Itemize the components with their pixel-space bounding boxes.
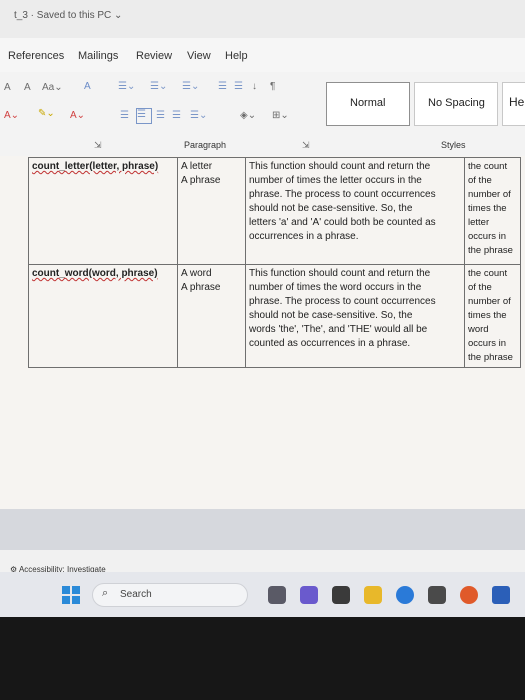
font-color-icon[interactable]: A⌄ (70, 110, 85, 121)
justify-icon[interactable]: ☰ (172, 110, 181, 121)
return-line: the phrase (468, 352, 513, 363)
function-signature: count_letter(letter, phrase) (32, 161, 159, 172)
styles-group-label: Styles (441, 140, 466, 150)
paragraph-group-label: Paragraph (184, 140, 227, 150)
paragraph-dialog-launcher-icon[interactable]: ⇲ (302, 140, 310, 151)
return-line: word (468, 324, 489, 335)
show-formatting-icon[interactable]: ¶ (270, 81, 275, 92)
table-cell-description[interactable]: This function should count and return th… (245, 264, 465, 368)
description-line: letters 'a' and 'A' could both be counte… (249, 217, 436, 228)
style-no-spacing[interactable]: No Spacing (414, 82, 498, 126)
align-right-icon[interactable]: ☰ (156, 110, 165, 121)
multilevel-list-icon[interactable]: ☰⌄ (182, 81, 199, 92)
device-bezel (0, 617, 525, 700)
function-signature: count_word(word, phrase) (32, 268, 158, 279)
return-line: of the (468, 175, 492, 186)
return-line: the phrase (468, 245, 513, 256)
shading-icon[interactable]: ◈⌄ (240, 110, 256, 121)
style-normal[interactable]: Normal (326, 82, 410, 126)
style-no-spacing-label: No Spacing (428, 97, 485, 109)
description-line: number of times the letter occurs in the (249, 175, 422, 186)
page-gap (0, 509, 525, 550)
grow-font-icon[interactable]: A (4, 82, 11, 93)
line-spacing-icon[interactable]: ☰⌄ (190, 110, 207, 121)
decrease-indent-icon[interactable]: ☰ (218, 81, 227, 92)
description-line: words 'the', 'The', and 'THE' would all … (249, 324, 428, 335)
return-line: number of (468, 296, 511, 307)
tab-review[interactable]: Review (136, 50, 172, 62)
borders-icon[interactable]: ⊞⌄ (272, 110, 289, 121)
align-center-icon[interactable]: ☰ (136, 108, 152, 124)
taskbar-search-input[interactable] (92, 583, 248, 607)
description-line: should not be case-sensitive. So, the (249, 203, 413, 214)
return-line: of the (468, 282, 492, 293)
table-row: count_letter(letter, phrase) A letter A … (28, 157, 521, 265)
return-line: times the (468, 310, 507, 321)
bullets-icon[interactable]: ☰⌄ (118, 81, 135, 92)
table-cell-function[interactable]: count_word(word, phrase) (28, 264, 178, 368)
description-line: This function should count and return th… (249, 161, 431, 172)
widgets-icon[interactable] (268, 586, 286, 604)
shrink-font-icon[interactable]: A (24, 82, 31, 93)
description-line: This function should count and return th… (249, 268, 431, 279)
numbering-icon[interactable]: ☰⌄ (150, 81, 167, 92)
return-line: occurs in (468, 231, 507, 242)
start-button[interactable] (62, 586, 80, 604)
param-line: A word (181, 268, 212, 279)
highlight-icon[interactable]: ✎⌄ (38, 108, 55, 119)
description-line: phrase. The process to count occurrences (249, 296, 436, 307)
edge-icon[interactable] (396, 586, 414, 604)
description-line: number of times the word occurs in the (249, 282, 422, 293)
chrome-icon[interactable] (460, 586, 478, 604)
table-cell-params[interactable]: A letter A phrase (177, 157, 246, 265)
style-heading-1[interactable]: He (502, 82, 525, 126)
text-effects-icon[interactable]: A⌄ (4, 110, 19, 121)
align-left-icon[interactable]: ☰ (120, 110, 129, 121)
description-line: should not be case-sensitive. So, the (249, 310, 413, 321)
tab-help[interactable]: Help (225, 50, 248, 62)
return-line: the count (468, 268, 508, 279)
function-table: count_letter(letter, phrase) A letter A … (28, 157, 521, 368)
table-row: count_word(word, phrase) A word A phrase… (28, 264, 521, 368)
tab-references[interactable]: References (8, 50, 64, 62)
table-cell-function[interactable]: count_letter(letter, phrase) (28, 157, 178, 265)
table-cell-params[interactable]: A word A phrase (177, 264, 246, 368)
style-heading-label: He (509, 95, 525, 109)
return-line: the count (468, 161, 508, 172)
file-explorer-icon[interactable] (364, 586, 382, 604)
return-line: times the (468, 203, 507, 214)
param-line: A phrase (181, 175, 221, 186)
style-normal-label: Normal (350, 97, 386, 109)
teams-icon[interactable] (300, 586, 318, 604)
param-line: A letter (181, 161, 213, 172)
search-icon: ⌕ (102, 587, 109, 599)
store-icon[interactable] (428, 586, 446, 604)
sort-icon[interactable]: ↓ (252, 81, 257, 92)
word-icon[interactable] (492, 586, 510, 604)
table-cell-description[interactable]: This function should count and return th… (245, 157, 465, 265)
task-view-icon[interactable] (332, 586, 350, 604)
return-line: number of (468, 189, 511, 200)
description-line: counted as occurrences in a phrase. (249, 338, 411, 349)
search-placeholder: Search (120, 589, 152, 600)
document-title[interactable]: t_3 · Saved to this PC ⌄ (14, 10, 122, 21)
clear-formatting-icon[interactable]: A (84, 81, 91, 92)
font-dialog-launcher-icon[interactable]: ⇲ (94, 140, 102, 151)
windows-logo-icon (62, 586, 80, 604)
increase-indent-icon[interactable]: ☰ (234, 81, 243, 92)
return-line: letter (468, 217, 490, 228)
param-line: A phrase (181, 282, 221, 293)
description-line: phrase. The process to count occurrences (249, 189, 436, 200)
return-line: occurs in (468, 338, 507, 349)
tab-mailings[interactable]: Mailings (78, 50, 118, 62)
table-cell-returns[interactable]: the count of the number of times the wor… (464, 264, 521, 368)
change-case-icon[interactable]: Aa⌄ (42, 82, 63, 93)
tab-view[interactable]: View (187, 50, 211, 62)
description-line: occurrences in a phrase. (249, 231, 359, 242)
table-cell-returns[interactable]: the count of the number of times the let… (464, 157, 521, 265)
